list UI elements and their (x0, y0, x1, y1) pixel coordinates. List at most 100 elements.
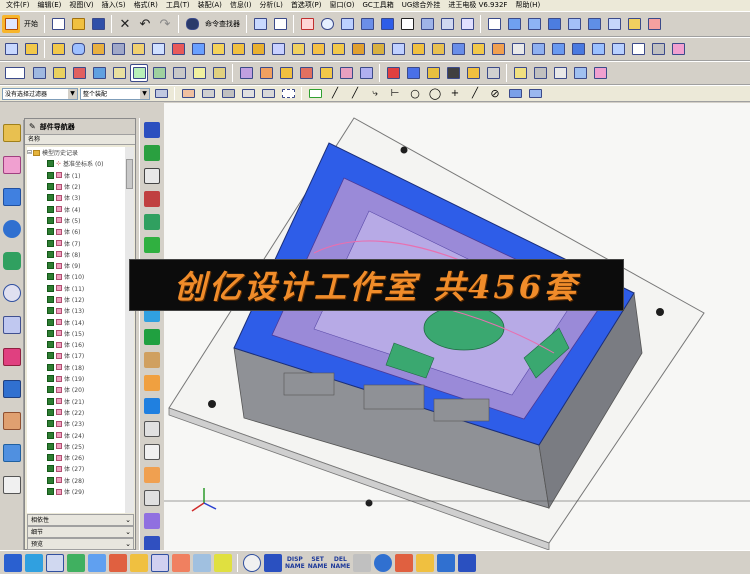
tree-node-history[interactable]: ⊟ 模型历史记录 (27, 147, 125, 158)
extrude-icon[interactable] (22, 40, 40, 58)
pin-icon[interactable]: ✎ (29, 122, 36, 131)
set-name-button[interactable]: SET NAME (308, 556, 328, 570)
bounding-box-icon[interactable] (629, 40, 647, 58)
show-hide-icon[interactable] (438, 15, 456, 33)
edge-blend-icon[interactable] (329, 40, 347, 58)
select-faces-icon[interactable] (219, 87, 237, 101)
cylinder-icon[interactable] (69, 40, 87, 58)
component-properties-icon[interactable] (353, 553, 372, 572)
tree-node-body[interactable]: 体 (28) (27, 475, 125, 486)
tree-node-body[interactable]: 体 (18) (27, 362, 125, 373)
mold-wizard-icon-1[interactable] (384, 64, 402, 82)
visibility-checkbox[interactable] (47, 352, 54, 360)
slide-icon[interactable] (144, 375, 160, 391)
tree-node-body[interactable]: 体 (27) (27, 463, 125, 474)
tree-node-body[interactable]: 体 (22) (27, 407, 125, 418)
drawing-icon[interactable] (144, 513, 160, 529)
open-folder-icon[interactable] (69, 15, 87, 33)
visibility-checkbox[interactable] (47, 363, 54, 371)
tree-node-datum[interactable]: ⊹ 基准坐标系 (0) (27, 158, 125, 169)
snap-icon[interactable] (150, 64, 168, 82)
replace-component-icon[interactable] (130, 553, 148, 572)
tree-node-body[interactable]: 体 (29) (27, 486, 125, 497)
emboss-icon[interactable] (189, 40, 207, 58)
hole-icon[interactable] (109, 40, 127, 58)
menu-electrode[interactable]: 进王电极 V6.932F (444, 0, 511, 11)
trim-icon[interactable] (144, 444, 160, 460)
view-cube-icon[interactable] (358, 15, 376, 33)
bom-icon[interactable] (144, 490, 160, 506)
chamfer-icon[interactable] (349, 40, 367, 58)
system-materials-icon[interactable] (3, 412, 21, 430)
snap-bounded-icon[interactable] (506, 87, 524, 101)
visibility-checkbox[interactable] (47, 307, 54, 315)
tree-node-body[interactable]: 体 (3) (27, 192, 125, 203)
tree-node-body[interactable]: 体 (9) (27, 260, 125, 271)
tools-icon[interactable] (395, 553, 414, 572)
pattern-icon[interactable] (409, 40, 427, 58)
tree-node-body[interactable]: 体 (20) (27, 384, 125, 395)
tree-node-body[interactable]: 体 (17) (27, 350, 125, 361)
surface-icon-6[interactable] (605, 15, 623, 33)
pocket-tool-icon[interactable] (144, 467, 160, 483)
thread-icon[interactable] (449, 40, 467, 58)
snap-body-icon[interactable] (526, 87, 544, 101)
mold-wizard-icon-2[interactable] (404, 64, 422, 82)
select-features-icon[interactable] (199, 87, 217, 101)
thicken-icon[interactable] (589, 40, 607, 58)
graphics-window[interactable] (164, 103, 750, 550)
selection-scope-select[interactable]: 整个装配 ▼ (80, 87, 150, 100)
redo-icon[interactable]: ↷ (156, 15, 174, 33)
wcs-rotate-icon[interactable] (90, 64, 108, 82)
rectangle-icon[interactable] (485, 15, 503, 33)
visibility-checkbox[interactable] (47, 250, 54, 258)
visibility-checkbox[interactable] (47, 318, 54, 326)
datum-plane-icon[interactable] (210, 64, 228, 82)
menu-analysis[interactable]: 分析(L) (255, 0, 286, 11)
edit-object-icon[interactable] (251, 15, 269, 33)
box-select-icon[interactable] (279, 87, 297, 101)
tree-node-body[interactable]: 体 (13) (27, 305, 125, 316)
tree-node-body[interactable]: 体 (23) (27, 418, 125, 429)
sweep-icon[interactable] (625, 15, 643, 33)
tree-node-body[interactable]: 体 (11) (27, 283, 125, 294)
surface-icon-5[interactable] (585, 15, 603, 33)
wave-link-icon[interactable] (151, 553, 169, 572)
project-init-icon[interactable] (144, 122, 160, 138)
snap-point-icon[interactable]: + (446, 87, 464, 101)
snap-midpoint-icon[interactable]: ╱ (326, 87, 344, 101)
details-section[interactable]: 细节 ⌄ (27, 526, 134, 538)
intersect-icon[interactable] (269, 40, 287, 58)
menu-tools[interactable]: 工具(T) (162, 0, 194, 11)
filter-settings-icon[interactable] (152, 87, 170, 101)
tree-node-body[interactable]: 体 (5) (27, 215, 125, 226)
tree-node-body[interactable]: 体 (6) (27, 226, 125, 237)
plane-icon[interactable] (170, 64, 188, 82)
runner-icon[interactable] (144, 352, 160, 368)
transform-icon[interactable] (271, 15, 289, 33)
tree-node-body[interactable]: 体 (24) (27, 429, 125, 440)
analysis-icon-5[interactable] (317, 64, 335, 82)
tree-node-body[interactable]: 体 (7) (27, 237, 125, 248)
draft-icon[interactable] (389, 40, 407, 58)
tree-node-body[interactable]: 体 (4) (27, 203, 125, 214)
tree-node-body[interactable]: 体 (8) (27, 249, 125, 260)
analysis-icon-4[interactable] (297, 64, 315, 82)
view-dropdown-icon[interactable] (2, 64, 28, 82)
tree-node-body[interactable]: 体 (25) (27, 441, 125, 452)
snap-curve-icon[interactable]: ⤷ (366, 87, 384, 101)
layer-icon[interactable] (30, 64, 48, 82)
visibility-checkbox[interactable] (47, 228, 54, 236)
save-icon[interactable] (89, 15, 107, 33)
wcs-display-icon[interactable] (110, 64, 128, 82)
resize-blend-icon[interactable] (529, 40, 547, 58)
gate-icon[interactable] (144, 329, 160, 345)
electrode-icon-4[interactable] (571, 64, 589, 82)
array-component-icon[interactable] (109, 553, 127, 572)
menu-format[interactable]: 格式(R) (130, 0, 162, 11)
roles-icon[interactable] (3, 188, 21, 206)
cooling-icon[interactable] (144, 398, 160, 414)
snap-face-icon[interactable]: ⊘ (486, 87, 504, 101)
shell-tool-icon[interactable] (369, 40, 387, 58)
name-column-header[interactable]: 名称 (25, 135, 135, 145)
